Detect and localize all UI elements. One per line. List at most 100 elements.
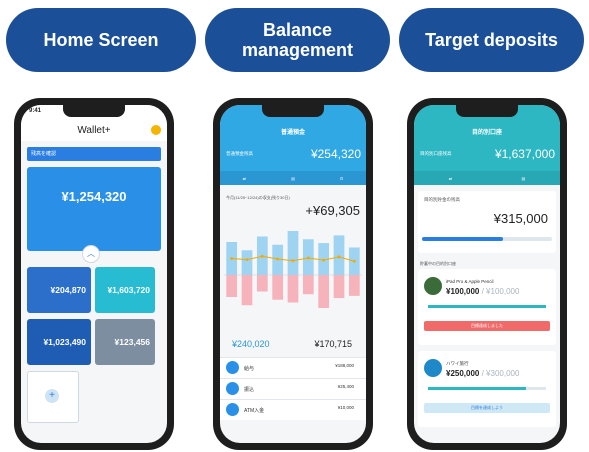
goal-track: [428, 305, 546, 308]
add-account-button[interactable]: +: [27, 371, 79, 423]
goal-fill: [428, 305, 546, 308]
tab-history[interactable]: ▤: [291, 176, 295, 181]
expense-bar: [256, 275, 268, 292]
card-amount: ¥1,603,720: [107, 285, 150, 295]
item-value: ¥188,000: [335, 363, 354, 368]
goal-track: [428, 387, 546, 390]
list-item[interactable]: 給与 ¥188,000: [220, 357, 366, 378]
category-icon: [226, 361, 239, 374]
chevron-up-icon[interactable]: ︿: [82, 245, 100, 263]
notch: [63, 105, 125, 117]
balance-label: 目的別口座残高: [420, 151, 452, 156]
account-card[interactable]: ¥1,023,490: [27, 319, 91, 365]
expense-bar: [272, 275, 284, 300]
goal-target: / ¥300,000: [481, 369, 520, 378]
balance-point: [306, 256, 310, 260]
expense-bar: [333, 275, 345, 299]
balance-label: 普通預金残高: [226, 151, 253, 156]
account-card[interactable]: ¥1,603,720: [95, 267, 155, 313]
app-title: Wallet+: [77, 125, 111, 136]
section-title: 貯蓄中の目的別口座: [420, 261, 456, 266]
notch: [262, 105, 324, 117]
goal-progress: ¥100,000 / ¥100,000: [446, 287, 519, 296]
category-icon: [226, 382, 239, 395]
item-value: ¥25,400: [337, 384, 354, 389]
balance-point: [230, 257, 234, 260]
goal-fill: [428, 387, 526, 390]
list-item[interactable]: 振込 ¥25,400: [220, 378, 366, 399]
tab-transfer[interactable]: ⇄: [243, 176, 246, 181]
balance-amount: ¥254,320: [310, 147, 361, 161]
goal-card[interactable]: ハワイ旅行 ¥250,000 / ¥300,000 目標を達成しよう: [418, 351, 556, 427]
balance-point: [322, 258, 326, 262]
income-expense-chart: [224, 231, 362, 308]
tab-scan[interactable]: ⊡: [340, 176, 343, 181]
phone-balance-management: 普通預金 普通預金残高 ¥254,320 ⇄ ▤ ⊡ 今月(11/25~12/2…: [213, 98, 373, 450]
goal-saved: ¥100,000: [446, 287, 480, 296]
difference-amount: +¥69,305: [305, 203, 360, 218]
savings-summary-card: 目的別貯金の残高 ¥315,000: [418, 191, 556, 253]
notch: [456, 105, 518, 117]
balance-point: [260, 254, 264, 258]
card-amount: ¥204,870: [50, 285, 86, 295]
savings-progress-bar: [422, 237, 552, 241]
balance-point: [291, 259, 295, 263]
progress-fill: [422, 237, 503, 241]
goal-card[interactable]: iPad Pro & Apple Pencil ¥100,000 / ¥100,…: [418, 269, 556, 345]
goal-saved: ¥250,000: [446, 369, 480, 378]
feature-pill-home: Home Screen: [6, 8, 196, 72]
expense-bar: [226, 275, 238, 297]
goal-name: ハワイ旅行: [446, 361, 469, 366]
goal-name: iPad Pro & Apple Pencil: [446, 279, 494, 284]
income-bar: [241, 250, 253, 275]
tab-transfer[interactable]: ⇄: [449, 176, 452, 181]
expense-bar: [302, 275, 314, 295]
expense-bar: [318, 275, 330, 308]
list-item[interactable]: ATM入金 ¥10,000: [220, 399, 366, 420]
card-amount: ¥1,023,490: [43, 337, 86, 347]
screen: 9:41 Wallet+ 残高を確認 ¥1,254,320 ︿ ¥204,870…: [21, 105, 167, 443]
screen-title: 普通預金: [280, 130, 305, 136]
period-label: 今月(11/25~12/24)の収支(残り30日): [226, 195, 290, 200]
account-card[interactable]: ¥123,456: [95, 319, 155, 365]
goal-progress: ¥250,000 / ¥300,000: [446, 369, 519, 378]
screen: 目的別口座 目的別口座残高 ¥1,637,000 ⇄ ▤ 目的別貯金の残高 ¥3…: [414, 105, 560, 443]
summary-row: ¥240,020 ¥170,715: [220, 333, 366, 353]
category-icon: [226, 403, 239, 416]
card-amount: ¥123,456: [114, 337, 150, 347]
phone-home-screen: 9:41 Wallet+ 残高を確認 ¥1,254,320 ︿ ¥204,870…: [14, 98, 174, 450]
feature-pill-balance: Balance management: [205, 8, 390, 72]
screen: 普通預金 普通預金残高 ¥254,320 ⇄ ▤ ⊡ 今月(11/25~12/2…: [220, 105, 366, 443]
feature-pill-deposits: Target deposits: [399, 8, 584, 72]
phone-target-deposits: 目的別口座 目的別口座残高 ¥1,637,000 ⇄ ▤ 目的別貯金の残高 ¥3…: [407, 98, 567, 450]
main-amount: ¥1,254,320: [61, 189, 127, 204]
balance-point: [245, 258, 249, 261]
savings-amount: ¥315,000: [493, 211, 548, 226]
income-bar: [287, 231, 299, 275]
feature-title: Balance management: [241, 20, 354, 60]
goal-button[interactable]: 目標を達成しよう: [424, 403, 550, 413]
balance-amount: ¥1,637,000: [494, 147, 555, 161]
income-amount: ¥240,020: [232, 339, 270, 349]
coin-icon[interactable]: [151, 125, 161, 135]
confirm-balance-bar[interactable]: 残高を確認: [27, 147, 161, 161]
goal-image: [424, 359, 442, 377]
action-tabs: ⇄ ▤ ⊡: [220, 171, 366, 185]
feature-title: Target deposits: [425, 30, 558, 50]
feature-title: Home Screen: [43, 30, 159, 50]
balance-point: [337, 255, 341, 259]
balance-point: [276, 257, 280, 261]
goal-image: [424, 277, 442, 295]
tab-history[interactable]: ▤: [521, 176, 525, 181]
status-time: 9:41: [29, 108, 42, 114]
account-card[interactable]: ¥204,870: [27, 267, 91, 313]
action-tabs: ⇄ ▤: [414, 171, 560, 185]
income-bar: [333, 235, 345, 275]
expense-bar: [348, 275, 360, 296]
expense-bar: [287, 275, 299, 303]
goal-button[interactable]: 目標達成しました: [424, 321, 550, 331]
savings-label: 目的別貯金の残高: [424, 197, 460, 202]
item-name: 給与: [244, 366, 255, 372]
expense-bar: [241, 275, 253, 306]
main-account-card[interactable]: ¥1,254,320: [27, 167, 161, 251]
